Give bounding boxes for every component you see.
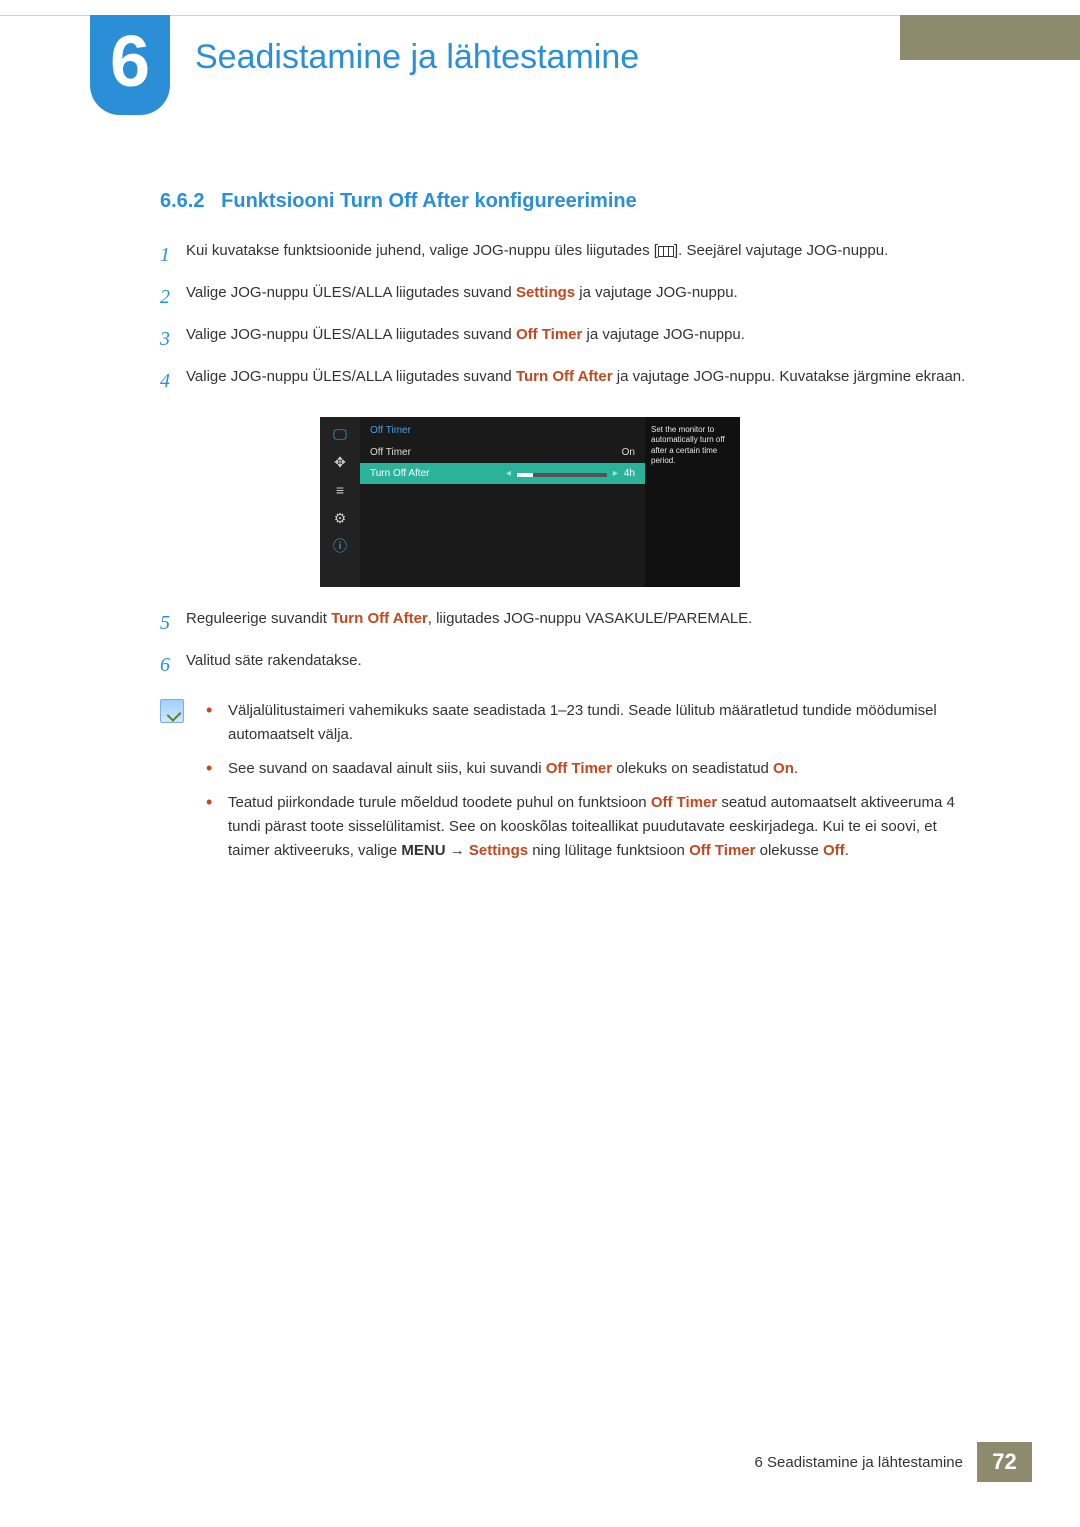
step-number: 6 bbox=[160, 649, 186, 681]
osd-value: 4h bbox=[624, 468, 635, 479]
step-4: 4 Valige JOG-nuppu ÜLES/ALLA liigutades … bbox=[160, 365, 980, 397]
osd-label: Off Timer bbox=[370, 447, 411, 458]
step-5: 5 Reguleerige suvandit Turn Off After, l… bbox=[160, 607, 980, 639]
text: Valige JOG-nuppu ÜLES/ALLA liigutades su… bbox=[186, 368, 516, 385]
step-2: 2 Valige JOG-nuppu ÜLES/ALLA liigutades … bbox=[160, 281, 980, 313]
move-icon: ✥ bbox=[329, 453, 351, 471]
osd-hint-panel: Set the monitor to automatically turn of… bbox=[645, 417, 740, 587]
bullet-dot-icon: • bbox=[206, 757, 228, 781]
bullet-list: •Väljalülitustaimeri vahemikuks saate se… bbox=[206, 699, 980, 873]
osd-label: Turn Off After bbox=[370, 468, 429, 479]
footer: 6 Seadistamine ja lähtestamine 72 bbox=[755, 1442, 1080, 1482]
step-number: 2 bbox=[160, 281, 186, 313]
step-text: Valitud säte rakendatakse. bbox=[186, 649, 362, 681]
step-text: Valige JOG-nuppu ÜLES/ALLA liigutades su… bbox=[186, 281, 738, 313]
bullet-dot-icon: • bbox=[206, 699, 228, 747]
osd-value: On bbox=[622, 447, 635, 458]
info-icon: ⓘ bbox=[329, 537, 351, 555]
text: ja vajutage JOG-nuppu. bbox=[575, 284, 738, 301]
bullet-text: Väljalülitustaimeri vahemikuks saate sea… bbox=[228, 699, 980, 747]
bullet-text: See suvand on saadaval ainult siis, kui … bbox=[228, 757, 798, 781]
text: ja vajutage JOG-nuppu. Kuvatakse järgmin… bbox=[613, 368, 966, 385]
step-text: Valige JOG-nuppu ÜLES/ALLA liigutades su… bbox=[186, 323, 745, 355]
highlight: Turn Off After bbox=[516, 368, 613, 385]
bullet-dot-icon: • bbox=[206, 791, 228, 863]
text: , liigutades JOG-nuppu VASAKULE/PAREMALE… bbox=[428, 610, 753, 627]
content-area: 6.6.2 Funktsiooni Turn Off After konfigu… bbox=[160, 190, 980, 873]
list-icon: ≡ bbox=[329, 481, 351, 499]
menu-icon bbox=[658, 246, 674, 257]
osd-main-panel: Off Timer Off Timer On Turn Off After ◂▸… bbox=[360, 417, 645, 587]
text: ]. Seejärel vajutage JOG-nuppu. bbox=[674, 242, 888, 259]
step-text: Kui kuvatakse funktsioonide juhend, vali… bbox=[186, 239, 888, 271]
gear-icon: ⚙ bbox=[329, 509, 351, 527]
bullet-item: •Väljalülitustaimeri vahemikuks saate se… bbox=[206, 699, 980, 747]
step-number: 3 bbox=[160, 323, 186, 355]
section-title-text: Funktsiooni Turn Off After konfigureerim… bbox=[221, 190, 637, 212]
text: Valige JOG-nuppu ÜLES/ALLA liigutades su… bbox=[186, 284, 516, 301]
highlight: Turn Off After bbox=[331, 610, 428, 627]
step-number: 4 bbox=[160, 365, 186, 397]
step-1: 1 Kui kuvatakse funktsioonide juhend, va… bbox=[160, 239, 980, 271]
chapter-title: Seadistamine ja lähtestamine bbox=[195, 38, 639, 77]
bullet-item: •See suvand on saadaval ainult siis, kui… bbox=[206, 757, 980, 781]
monitor-icon: 🖵 bbox=[329, 425, 351, 443]
step-number: 1 bbox=[160, 239, 186, 271]
highlight: Settings bbox=[516, 284, 575, 301]
step-6: 6 Valitud säte rakendatakse. bbox=[160, 649, 980, 681]
osd-row-turn-off-after: Turn Off After ◂▸4h bbox=[360, 463, 645, 484]
bullet-text: Teatud piirkondade turule mõeldud toodet… bbox=[228, 791, 980, 863]
osd-row-off-timer: Off Timer On bbox=[360, 442, 645, 463]
text: Kui kuvatakse funktsioonide juhend, vali… bbox=[186, 242, 658, 259]
step-number: 5 bbox=[160, 607, 186, 639]
step-text: Valige JOG-nuppu ÜLES/ALLA liigutades su… bbox=[186, 365, 965, 397]
step-text: Reguleerige suvandit Turn Off After, lii… bbox=[186, 607, 752, 639]
footer-chapter: 6 Seadistamine ja lähtestamine bbox=[755, 1454, 963, 1471]
page-number: 72 bbox=[977, 1442, 1032, 1482]
step-3: 3 Valige JOG-nuppu ÜLES/ALLA liigutades … bbox=[160, 323, 980, 355]
header-stripe bbox=[900, 15, 1080, 60]
osd-header: Off Timer bbox=[360, 421, 645, 442]
osd-sidebar: 🖵 ✥ ≡ ⚙ ⓘ bbox=[320, 417, 360, 587]
osd-screenshot: 🖵 ✥ ≡ ⚙ ⓘ Off Timer Off Timer On Turn Of… bbox=[320, 417, 980, 587]
osd-slider bbox=[517, 473, 607, 477]
note-icon bbox=[160, 699, 184, 723]
text: ja vajutage JOG-nuppu. bbox=[582, 326, 745, 343]
highlight: Off Timer bbox=[516, 326, 582, 343]
section-heading: 6.6.2 Funktsiooni Turn Off After konfigu… bbox=[160, 190, 980, 213]
section-number: 6.6.2 bbox=[160, 190, 204, 212]
note-block: •Väljalülitustaimeri vahemikuks saate se… bbox=[160, 699, 980, 873]
text: Valige JOG-nuppu ÜLES/ALLA liigutades su… bbox=[186, 326, 516, 343]
chapter-number-badge: 6 bbox=[90, 15, 170, 115]
bullet-item: •Teatud piirkondade turule mõeldud toode… bbox=[206, 791, 980, 863]
text: Reguleerige suvandit bbox=[186, 610, 331, 627]
